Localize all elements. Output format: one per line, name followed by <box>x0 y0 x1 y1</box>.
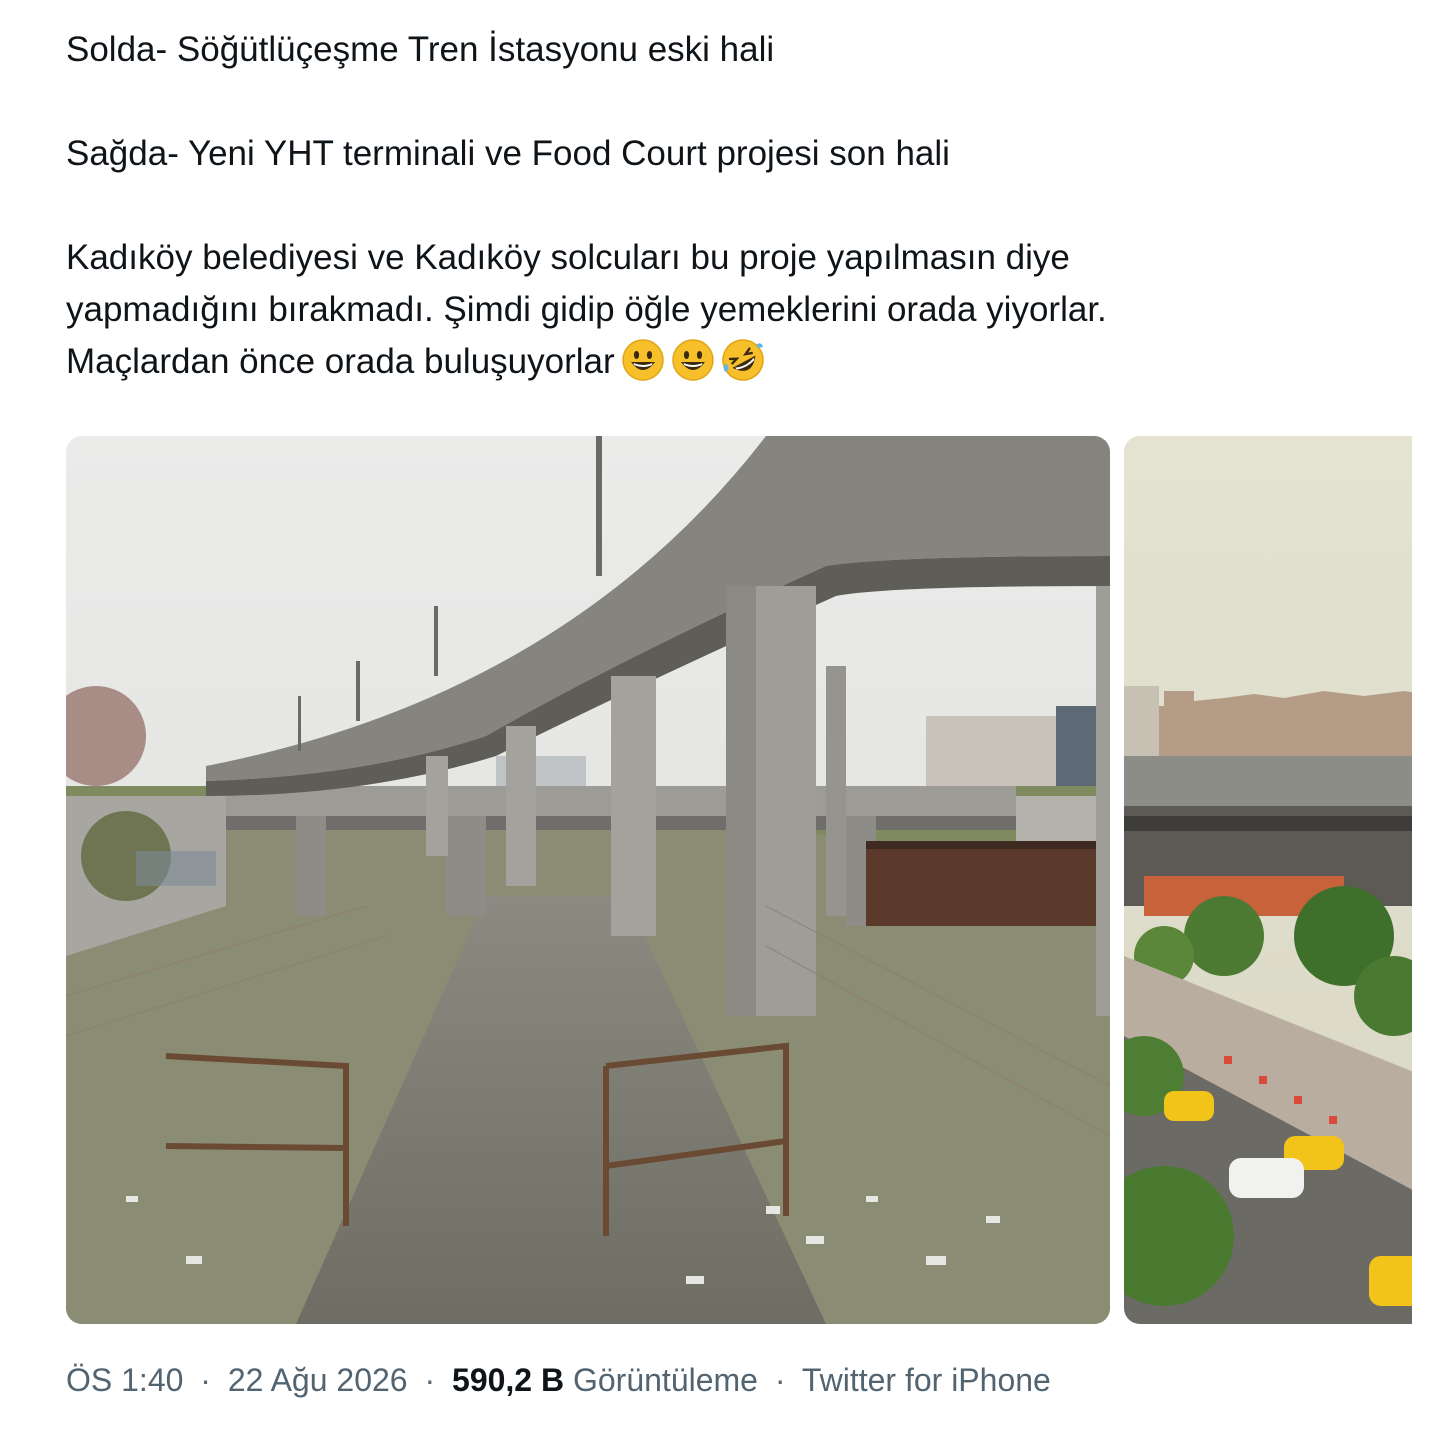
new-terminal-food-court-photo[interactable] <box>1124 436 1412 1324</box>
rolling-on-floor-laughing-emoji <box>721 338 765 382</box>
meta-separator: · <box>424 1362 436 1398</box>
views-count: 590,2 B <box>452 1362 565 1398</box>
tweet-line-body-3: Maçlardan önce orada buluşuyorlar <box>66 336 1366 388</box>
tweet-line-left-caption: Solda- Söğütlüçeşme Tren İstasyonu eski … <box>66 30 775 69</box>
tweet-source: Twitter for iPhone <box>801 1362 1051 1398</box>
grinning-face-emoji <box>671 338 715 382</box>
tweet-date[interactable]: 22 Ağu 2026 <box>228 1362 408 1398</box>
tweet-media-gallery[interactable] <box>66 436 1412 1324</box>
meta-separator: · <box>200 1362 211 1398</box>
tweet-line-body-1: Kadıköy belediyesi ve Kadıköy solcuları … <box>66 238 1070 277</box>
grinning-face-emoji <box>621 338 665 382</box>
tweet-line-body-3-text: Maçlardan önce orada buluşuyorlar <box>66 342 615 381</box>
tweet-time[interactable]: ÖS 1:40 <box>66 1362 183 1398</box>
tweet-meta: ÖS 1:40 · 22 Ağu 2026 · 590,2 B Görüntül… <box>66 1360 1051 1400</box>
tweet-line-body-2: yapmadığını bırakmadı. Şimdi gidip öğle … <box>66 290 1107 329</box>
views-label: Görüntüleme <box>572 1362 758 1398</box>
meta-separator: · <box>774 1362 786 1398</box>
tweet-line-right-caption: Sağda- Yeni YHT terminali ve Food Court … <box>66 134 950 173</box>
old-station-viaduct-photo[interactable] <box>66 436 1110 1324</box>
tweet-text: Solda- Söğütlüçeşme Tren İstasyonu eski … <box>66 24 1366 388</box>
